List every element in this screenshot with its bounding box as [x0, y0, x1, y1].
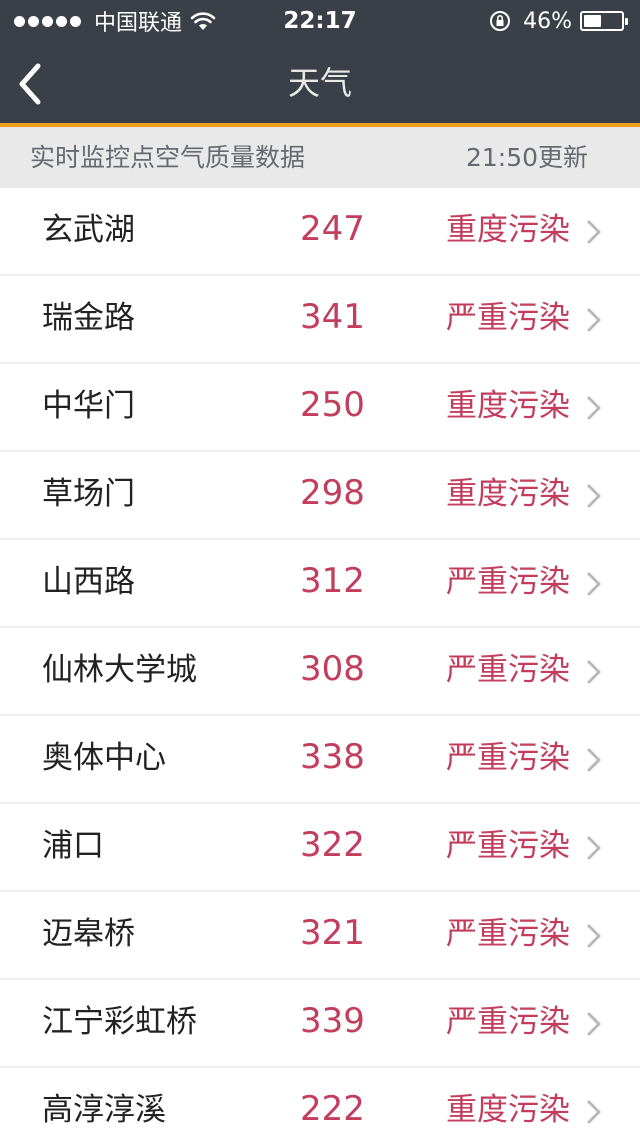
pollution-level: 严重污染: [446, 564, 570, 600]
station-row[interactable]: 高淳淳溪 222 重度污染: [0, 1068, 640, 1136]
chevron-right-icon: [587, 660, 601, 684]
pollution-level: 重度污染: [446, 476, 570, 512]
pollution-level: 严重污染: [446, 652, 570, 688]
rotation-lock-icon: [490, 11, 511, 31]
chevron-right-icon: [587, 1012, 601, 1036]
chevron-right-icon: [587, 836, 601, 860]
battery-fill: [584, 15, 601, 27]
chevron-right-icon: [587, 924, 601, 948]
station-row[interactable]: 山西路 312 严重污染: [0, 540, 640, 628]
aqi-value: 339: [300, 1001, 365, 1041]
page-title: 天气: [287, 64, 352, 102]
aqi-value: 250: [300, 385, 365, 425]
station-name: 瑞金路: [42, 300, 135, 336]
aqi-value: 312: [300, 561, 365, 601]
section-title: 实时监控点空气质量数据: [30, 143, 306, 172]
pollution-level: 严重污染: [446, 916, 570, 952]
nav-bar: 天气: [0, 40, 640, 123]
station-name: 山西路: [42, 564, 135, 600]
chevron-right-icon: [587, 484, 601, 508]
station-name: 迈皋桥: [42, 916, 135, 952]
pollution-level: 严重污染: [446, 740, 570, 776]
station-row[interactable]: 中华门 250 重度污染: [0, 364, 640, 452]
chevron-right-icon: [587, 572, 601, 596]
station-row[interactable]: 玄武湖 247 重度污染: [0, 188, 640, 276]
aqi-value: 338: [300, 737, 365, 777]
pollution-level: 严重污染: [446, 828, 570, 864]
station-name: 草场门: [42, 476, 135, 512]
chevron-right-icon: [587, 308, 601, 332]
station-name: 浦口: [42, 828, 104, 864]
pollution-level: 严重污染: [446, 1004, 570, 1040]
station-name: 江宁彩虹桥: [42, 1004, 197, 1040]
aqi-value: 222: [300, 1089, 365, 1129]
station-row[interactable]: 江宁彩虹桥 339 严重污染: [0, 980, 640, 1068]
status-bar: 中国联通 22:17 46%: [0, 0, 640, 40]
chevron-right-icon: [587, 1100, 601, 1124]
chevron-right-icon: [587, 396, 601, 420]
station-row[interactable]: 浦口 322 严重污染: [0, 804, 640, 892]
station-row[interactable]: 仙林大学城 308 严重污染: [0, 628, 640, 716]
station-row[interactable]: 草场门 298 重度污染: [0, 452, 640, 540]
battery-percentage: 46%: [523, 8, 572, 34]
station-row[interactable]: 瑞金路 341 严重污染: [0, 276, 640, 364]
station-row[interactable]: 奥体中心 338 严重污染: [0, 716, 640, 804]
station-name: 玄武湖: [42, 212, 135, 248]
chevron-right-icon: [587, 220, 601, 244]
station-row[interactable]: 迈皋桥 321 严重污染: [0, 892, 640, 980]
aqi-value: 341: [300, 297, 365, 337]
aqi-value: 247: [300, 209, 365, 249]
aqi-value: 322: [300, 825, 365, 865]
station-name: 仙林大学城: [42, 652, 197, 688]
aqi-value: 321: [300, 913, 365, 953]
status-right: 46%: [489, 6, 628, 36]
pollution-level: 重度污染: [446, 388, 570, 424]
station-list: 玄武湖 247 重度污染 瑞金路 341 严重污染 中华门 250 重度污染 草场门 298 重度污染…: [0, 188, 640, 1136]
station-name: 中华门: [42, 388, 135, 424]
pollution-level: 重度污染: [446, 1092, 570, 1128]
station-name: 奥体中心: [42, 740, 166, 776]
battery-icon: [580, 11, 628, 31]
update-time: 21:50更新: [465, 143, 588, 172]
chevron-right-icon: [587, 748, 601, 772]
aqi-value: 298: [300, 473, 365, 513]
station-name: 高淳淳溪: [42, 1092, 166, 1128]
section-header: 实时监控点空气质量数据 21:50更新: [0, 127, 640, 188]
pollution-level: 严重污染: [446, 300, 570, 336]
aqi-value: 308: [300, 649, 365, 689]
pollution-level: 重度污染: [446, 212, 570, 248]
top-bar: 中国联通 22:17 46% 天气: [0, 0, 640, 123]
